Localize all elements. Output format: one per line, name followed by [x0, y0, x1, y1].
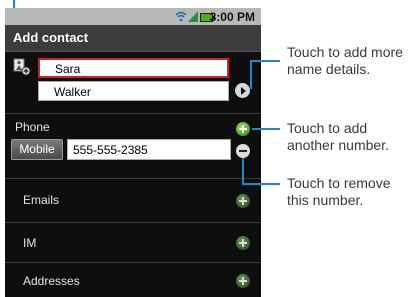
divider: [5, 113, 261, 114]
name-details-callout-line: [250, 60, 280, 62]
add-phone-button[interactable]: [236, 122, 250, 136]
remove-phone-button[interactable]: [236, 144, 250, 158]
signal-icon: [188, 11, 198, 22]
screen-title: Add contact: [13, 30, 89, 45]
phone-number-field[interactable]: 555-555-2385: [67, 139, 231, 160]
remove-number-callout-line: [242, 158, 244, 185]
last-name-field[interactable]: Walker: [38, 81, 229, 101]
name-details-callout-line: [250, 61, 252, 89]
contact-photo-icon[interactable]: [13, 58, 31, 76]
callout-line-1: Touch to add: [287, 120, 368, 136]
phone-type-selector[interactable]: Mobile: [11, 139, 63, 160]
emails-section-label: Emails: [23, 193, 60, 207]
name-details-callout: Touch to add more name details.: [287, 44, 403, 78]
phone-screen: 3:00 PM Add contact Sara Walker Phone Mo…: [5, 8, 261, 297]
add-address-button[interactable]: [236, 274, 250, 288]
callout-line-2: another number.: [287, 137, 389, 153]
expand-name-button[interactable]: [235, 83, 250, 98]
add-email-button[interactable]: [236, 194, 250, 208]
add-number-callout: Touch to add another number.: [287, 120, 389, 154]
callout-line-1: Touch to add more: [287, 44, 403, 60]
callout-line-1: Touch to remove: [287, 175, 391, 191]
im-section-label: IM: [23, 236, 37, 250]
callout-line-2: this number.: [287, 192, 364, 208]
first-name-field[interactable]: Sara: [38, 58, 229, 78]
divider: [5, 262, 261, 263]
add-im-button[interactable]: [236, 236, 250, 250]
status-time: 3:00 PM: [209, 10, 255, 24]
wifi-icon: [175, 11, 187, 22]
title-bar: Add contact: [5, 25, 261, 52]
phone-section-label: Phone: [15, 120, 50, 134]
remove-number-callout: Touch to remove this number.: [287, 175, 391, 209]
callout-line-2: name details.: [287, 61, 371, 77]
addresses-section-label: Addresses: [23, 274, 80, 288]
remove-number-callout-line: [242, 183, 280, 185]
add-number-callout-line: [252, 128, 280, 130]
divider: [5, 178, 261, 179]
status-bar: 3:00 PM: [5, 8, 261, 25]
divider: [5, 222, 261, 223]
